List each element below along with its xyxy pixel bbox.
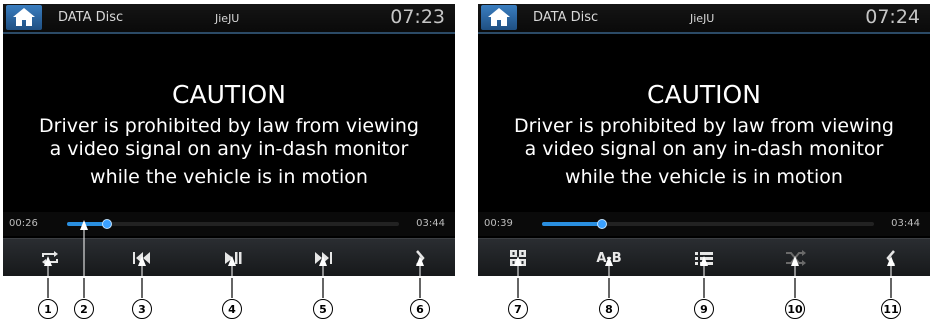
home-icon [488, 8, 510, 26]
callout-4: 4 [222, 299, 242, 319]
next-track-icon [315, 252, 332, 264]
callout-2: 2 [74, 299, 94, 319]
total-time: 03:44 [416, 218, 445, 229]
callout-8: 8 [599, 299, 619, 319]
callout-7: 7 [508, 299, 528, 319]
home-button[interactable] [481, 5, 517, 30]
back-left-button[interactable] [871, 239, 911, 276]
caution-message: CAUTION Driver is prohibited by law from… [3, 80, 455, 189]
source-label: DATA Disc [58, 10, 124, 25]
shuffle-icon [786, 250, 806, 266]
back-left-icon [886, 250, 895, 266]
home-icon [13, 8, 35, 26]
track-title: JieJU [690, 12, 715, 25]
caution-line-1: Driver is prohibited by law from viewing [514, 115, 894, 137]
seek-bar-fill [542, 222, 602, 226]
caution-title: CAUTION [172, 80, 286, 109]
seek-bar[interactable] [542, 219, 874, 229]
repeat-button[interactable] [30, 239, 70, 276]
numeric-keypad-button[interactable] [498, 239, 538, 276]
previous-track-icon [133, 252, 150, 264]
status-bar: DATA Disc JieJU 07:24 [478, 4, 930, 34]
playlist-button[interactable] [684, 239, 724, 276]
previous-track-button[interactable] [122, 239, 162, 276]
caution-line-2: a video signal on any in-dash monitor [49, 138, 409, 160]
clock: 07:23 [390, 6, 445, 28]
ab-repeat-label: A-B [596, 250, 622, 266]
progress-row: 00:39 03:44 [478, 212, 930, 236]
callout-11: 11 [881, 299, 901, 319]
callout-10: 10 [785, 299, 805, 319]
seek-bar-fill [67, 222, 107, 226]
callout-1: 1 [38, 299, 58, 319]
seek-bar-thumb[interactable] [101, 219, 112, 229]
more-right-icon [416, 250, 425, 266]
clock: 07:24 [865, 6, 920, 28]
ab-repeat-button[interactable]: A-B [589, 239, 629, 276]
numeric-keypad-icon [510, 250, 526, 266]
callout-5: 5 [313, 299, 333, 319]
caution-line-3: while the vehicle is in motion [90, 166, 368, 188]
callout-6: 6 [410, 299, 430, 319]
repeat-icon [42, 251, 58, 265]
play-pause-icon [225, 252, 242, 264]
source-label: DATA Disc [533, 10, 599, 25]
seek-bar[interactable] [67, 219, 399, 229]
callout-3: 3 [132, 299, 152, 319]
next-track-button[interactable] [303, 239, 343, 276]
playlist-icon [695, 252, 713, 265]
progress-row: 00:26 03:44 [3, 212, 455, 236]
seek-bar-thumb[interactable] [596, 219, 607, 229]
caution-line-3: while the vehicle is in motion [565, 166, 843, 188]
elapsed-time: 00:39 [484, 218, 513, 229]
play-pause-button[interactable] [213, 239, 253, 276]
caution-line-1: Driver is prohibited by law from viewing [39, 115, 419, 137]
control-bar [3, 238, 455, 276]
callout-9: 9 [694, 299, 714, 319]
elapsed-time: 00:26 [9, 218, 38, 229]
track-title: JieJU [215, 12, 240, 25]
caution-title: CAUTION [647, 80, 761, 109]
total-time: 03:44 [891, 218, 920, 229]
caution-line-2: a video signal on any in-dash monitor [524, 138, 884, 160]
more-right-button[interactable] [400, 239, 440, 276]
shuffle-button[interactable] [776, 239, 816, 276]
status-bar: DATA Disc JieJU 07:23 [3, 4, 455, 34]
left-player-screen: DATA Disc JieJU 07:23 CAUTION Driver is … [3, 4, 455, 276]
control-bar: A-B [478, 238, 930, 276]
right-player-screen: DATA Disc JieJU 07:24 CAUTION Driver is … [478, 4, 930, 276]
caution-message: CAUTION Driver is prohibited by law from… [478, 80, 930, 189]
home-button[interactable] [6, 5, 42, 30]
